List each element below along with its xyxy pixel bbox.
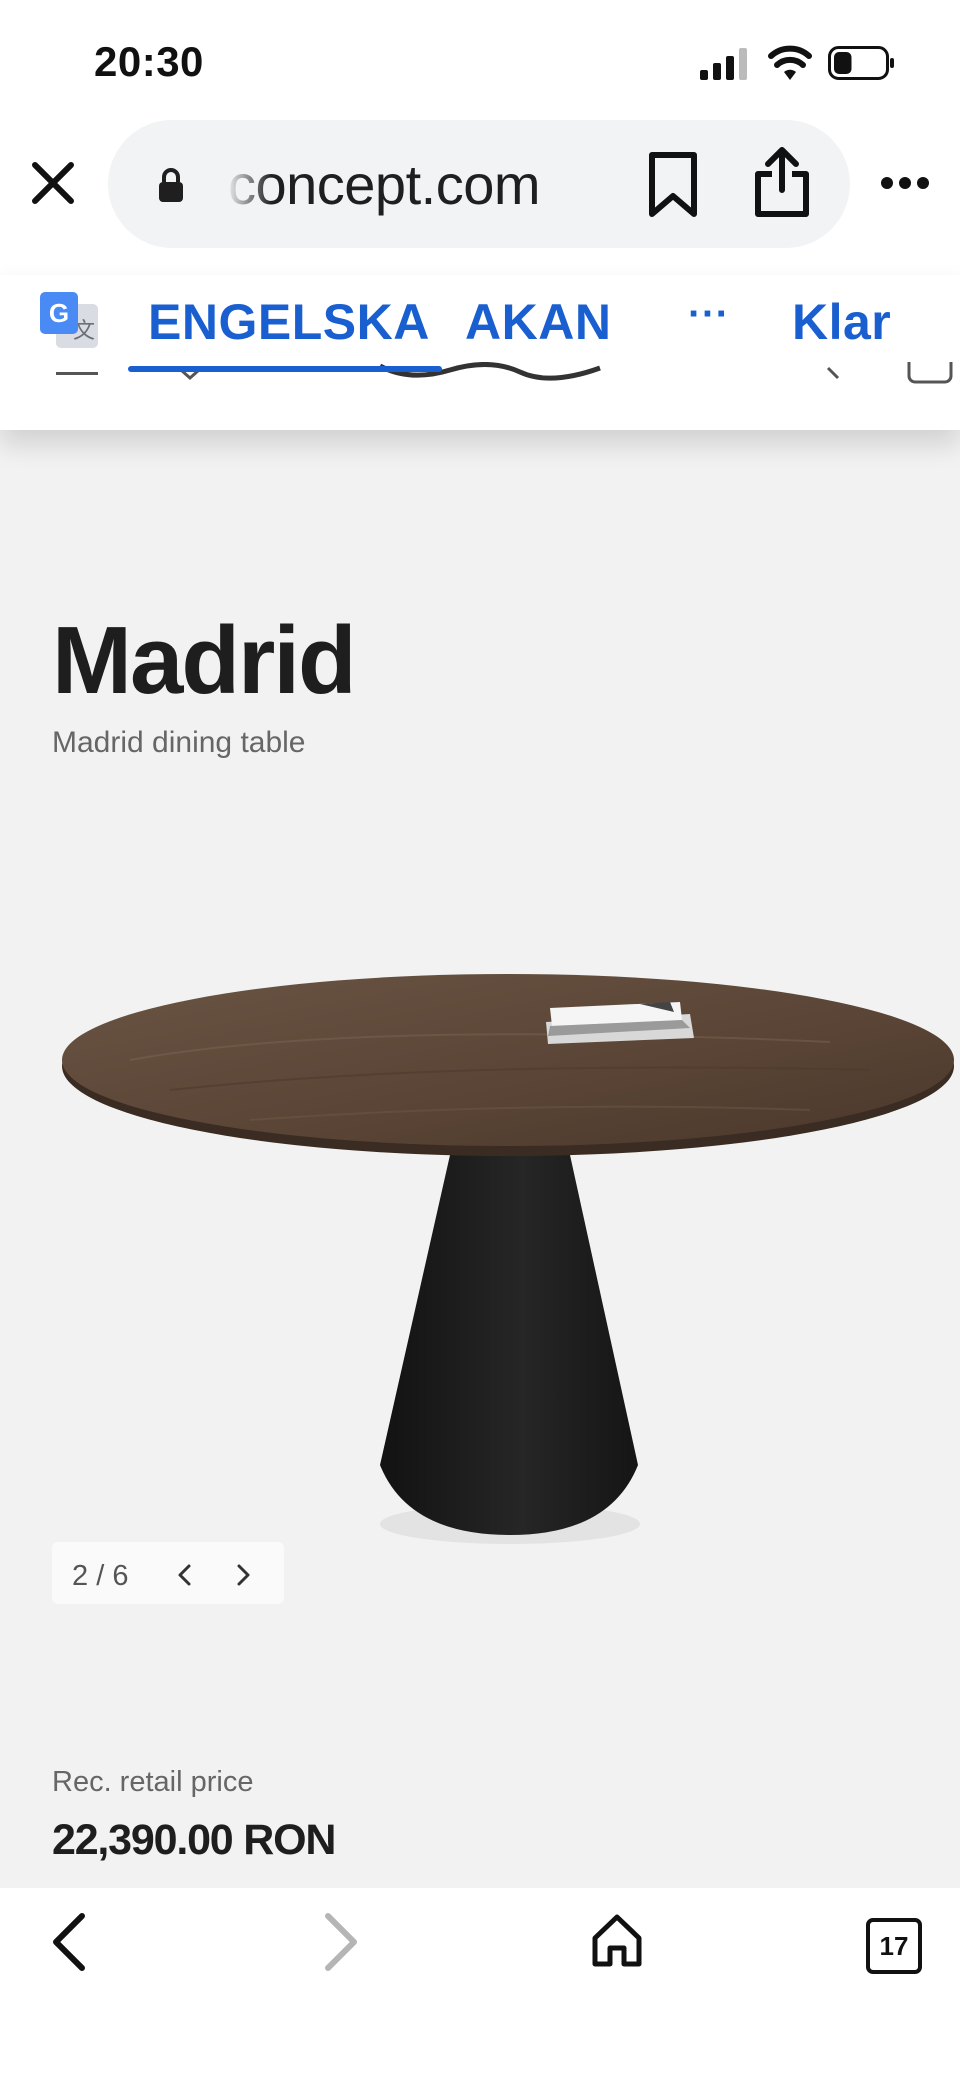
gallery-prev-icon[interactable] xyxy=(172,1560,198,1590)
source-language-tab[interactable]: ENGELSKA xyxy=(148,293,430,351)
google-translate-icon[interactable]: 文 G xyxy=(40,292,100,350)
target-language-tab[interactable]: AKAN xyxy=(465,293,611,351)
url-text[interactable]: concept.com xyxy=(228,152,541,217)
more-horizontal-icon[interactable] xyxy=(880,174,930,192)
lock-icon xyxy=(159,168,183,202)
svg-text:G: G xyxy=(49,298,69,328)
forward-icon[interactable] xyxy=(318,1912,362,1972)
status-time: 20:30 xyxy=(94,38,204,85)
close-icon[interactable] xyxy=(30,160,76,206)
gallery-separator: / xyxy=(96,1560,105,1592)
price-label: Rec. retail price xyxy=(52,1766,254,1798)
battery-icon xyxy=(828,46,894,80)
page-cart-icon-peek xyxy=(905,362,960,386)
back-icon[interactable] xyxy=(48,1912,92,1972)
bookmark-icon[interactable] xyxy=(646,150,700,220)
translate-more-button[interactable]: ··· xyxy=(688,292,729,337)
gallery-total: 6 xyxy=(112,1560,129,1592)
product-image xyxy=(62,974,954,1544)
url-fade xyxy=(226,150,272,222)
wifi-icon xyxy=(768,45,812,80)
gallery-counter: 2 / 6 xyxy=(72,1560,128,1593)
translate-done-button[interactable]: Klar xyxy=(792,293,891,351)
active-language-indicator xyxy=(128,366,442,372)
product-subtitle: Madrid dining table xyxy=(52,726,306,759)
page-menu-icon-peek xyxy=(50,362,110,386)
product-title: Madrid xyxy=(52,607,357,714)
price-value: 22,390.00 RON xyxy=(52,1816,336,1864)
share-icon[interactable] xyxy=(750,144,814,220)
home-icon[interactable] xyxy=(590,1912,644,1968)
gallery-current: 2 xyxy=(72,1560,89,1592)
browser-toolbar xyxy=(0,1888,960,2078)
gallery-next-icon[interactable] xyxy=(230,1560,256,1590)
tabs-button[interactable]: 17 xyxy=(866,1918,922,1974)
cellular-signal-icon xyxy=(700,48,747,80)
page-arrow-peek xyxy=(820,362,850,386)
